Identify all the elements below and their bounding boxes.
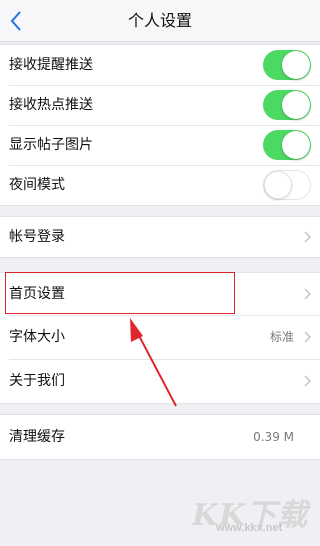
chevron-right-icon <box>304 288 312 300</box>
setting-label: 接收热点推送 <box>9 97 93 113</box>
setting-row-reminder-push: 接收提醒推送 <box>0 45 320 85</box>
setting-label: 夜间模式 <box>9 177 65 193</box>
chevron-right-icon <box>304 331 312 343</box>
setting-label: 显示帖子图片 <box>9 137 93 153</box>
about-us-row[interactable]: 关于我们 <box>0 359 320 403</box>
cache-size-value: 0.39 M <box>253 430 294 444</box>
setting-row-hot-push: 接收热点推送 <box>0 85 320 125</box>
show-images-toggle[interactable] <box>263 130 311 160</box>
setting-label: 接收提醒推送 <box>9 57 93 73</box>
chevron-right-icon <box>304 231 312 243</box>
account-group: 帐号登录 <box>0 216 320 258</box>
setting-row-show-images: 显示帖子图片 <box>0 125 320 165</box>
clear-cache-row[interactable]: 清理缓存 0.39 M <box>0 415 320 459</box>
watermark-url: www.kkx.net <box>216 522 283 534</box>
font-size-value: 标准 <box>269 330 294 344</box>
highlight-box <box>5 272 235 314</box>
setting-label: 字体大小 <box>9 329 65 345</box>
notification-settings-group: 接收提醒推送 接收热点推送 显示帖子图片 夜间模式 <box>0 44 320 206</box>
hot-push-toggle[interactable] <box>263 90 311 120</box>
reminder-push-toggle[interactable] <box>263 50 311 80</box>
setting-label: 帐号登录 <box>9 229 65 245</box>
cache-group: 清理缓存 0.39 M <box>0 414 320 460</box>
setting-row-night-mode: 夜间模式 <box>0 165 320 205</box>
nav-bar: 个人设置 <box>0 0 320 42</box>
watermark-logo: KK下载 www.kkx.net <box>192 490 312 536</box>
chevron-right-icon <box>304 375 312 387</box>
account-login-row[interactable]: 帐号登录 <box>0 217 320 257</box>
font-size-row[interactable]: 字体大小 标准 <box>0 315 320 359</box>
page-title: 个人设置 <box>127 11 192 30</box>
setting-label: 关于我们 <box>9 373 65 389</box>
setting-label: 清理缓存 <box>9 429 65 445</box>
night-mode-toggle[interactable] <box>263 170 311 200</box>
